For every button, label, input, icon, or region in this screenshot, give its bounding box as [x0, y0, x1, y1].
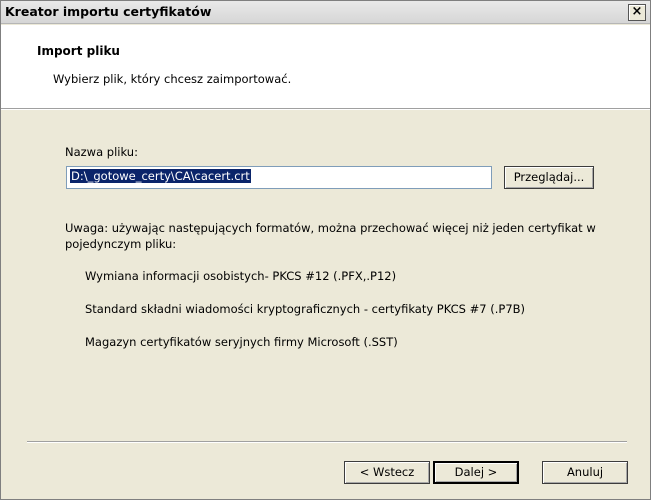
format-item-sst: Magazyn certyfikatów seryjnych firmy Mic… [85, 335, 398, 349]
wizard-header: Import pliku Wybierz plik, który chcesz … [1, 25, 650, 109]
file-name-input[interactable]: D:\_gotowe_certy\CA\cacert.crt [66, 166, 492, 189]
footer-divider [27, 441, 627, 443]
format-item-pfx: Wymiana informacji osobistych- PKCS #12 … [85, 269, 397, 283]
file-name-label: Nazwa pliku: [65, 145, 138, 159]
browse-button[interactable]: Przeglądaj... [504, 166, 594, 189]
cancel-button[interactable]: Anuluj [542, 461, 628, 484]
title-bar[interactable]: Kreator importu certyfikatów × [1, 1, 650, 24]
page-title: Import pliku [37, 44, 120, 58]
file-name-value: D:\_gotowe_certy\CA\cacert.crt [70, 169, 251, 183]
format-item-p7b: Standard składni wiadomości kryptografic… [85, 302, 526, 316]
window-title: Kreator importu certyfikatów [5, 4, 212, 19]
formats-note: Uwaga: używając następujących formatów, … [65, 221, 596, 251]
page-subtitle: Wybierz plik, który chcesz zaimportować. [53, 72, 292, 86]
next-button[interactable]: Dalej > [433, 461, 519, 484]
certificate-import-wizard-window: Kreator importu certyfikatów × Import pl… [0, 0, 651, 500]
close-icon: × [631, 4, 643, 19]
header-divider [1, 108, 650, 110]
close-button[interactable]: × [628, 4, 646, 21]
back-button[interactable]: < Wstecz [344, 461, 430, 484]
